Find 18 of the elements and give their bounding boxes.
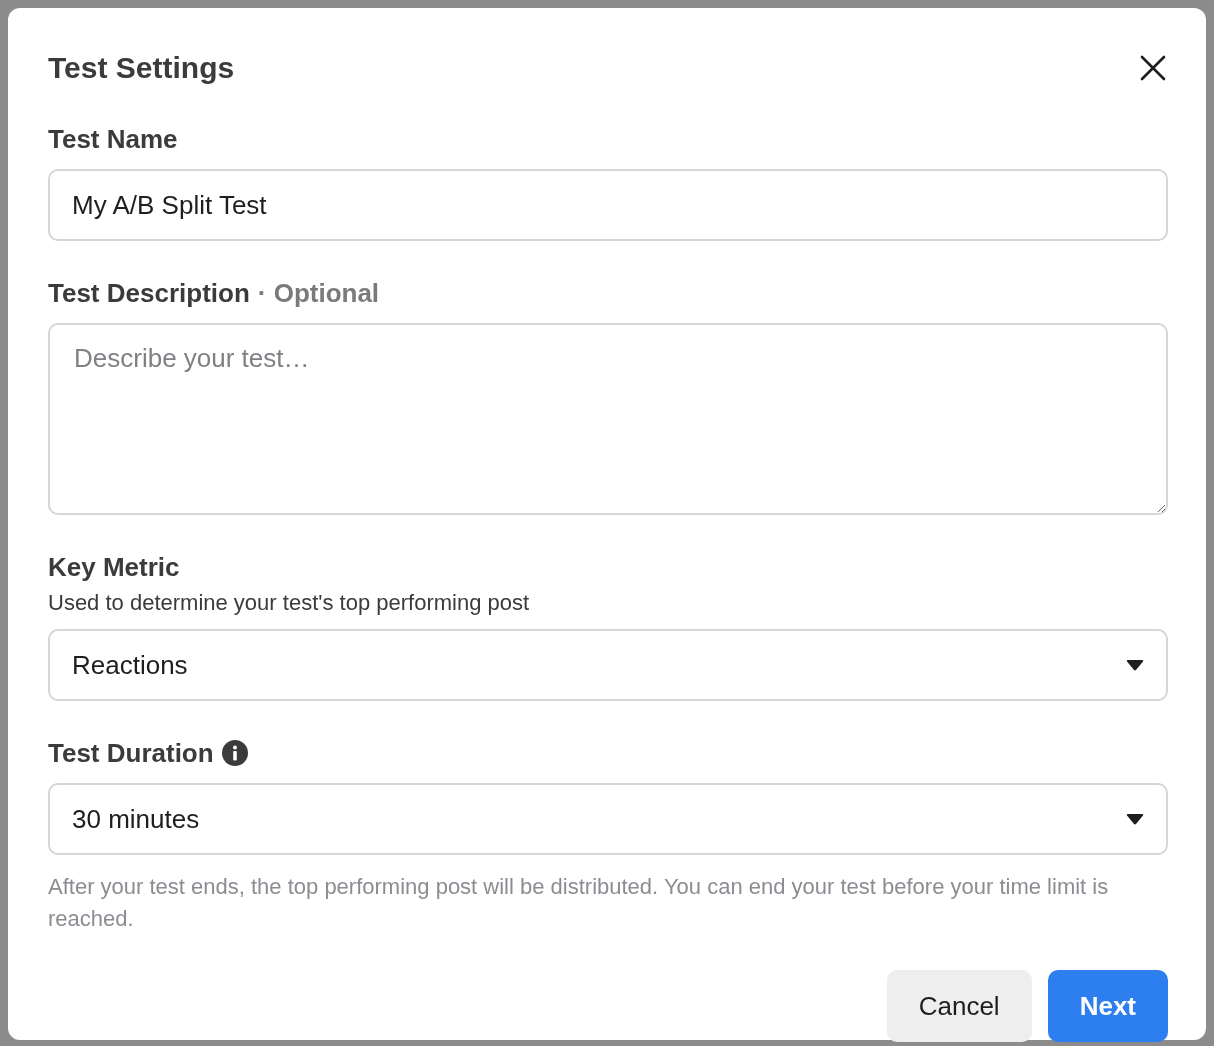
field-description: Used to determine your test's top performing post	[48, 589, 531, 617]
text-field[interactable]: My A/B Split Test	[48, 169, 1168, 241]
field-label: Test Name	[48, 123, 178, 155]
dropdown[interactable]: Reactions	[48, 629, 1168, 701]
info-icon[interactable]	[221, 740, 248, 766]
caret-icon	[1126, 813, 1144, 825]
next-button[interactable]: Next	[1047, 970, 1168, 1042]
field-label: Test Description	[48, 277, 250, 309]
dropdown[interactable]: 30 minutes	[48, 783, 1168, 855]
help-text: After your test ends, the top performing post will be distributed. You can end your test before your time limit is reached.	[48, 873, 1110, 933]
optional-note: · Optional	[257, 277, 380, 309]
caret-icon	[1126, 659, 1144, 671]
dialog-title: Test Settings	[48, 50, 235, 86]
field-label: Test Duration	[48, 737, 214, 769]
cancel-button[interactable]: Cancel	[886, 970, 1032, 1042]
close-icon[interactable]	[1140, 55, 1166, 81]
field-label: Key Metric	[48, 551, 180, 583]
description-field[interactable]: Describe your test…	[48, 323, 1168, 515]
